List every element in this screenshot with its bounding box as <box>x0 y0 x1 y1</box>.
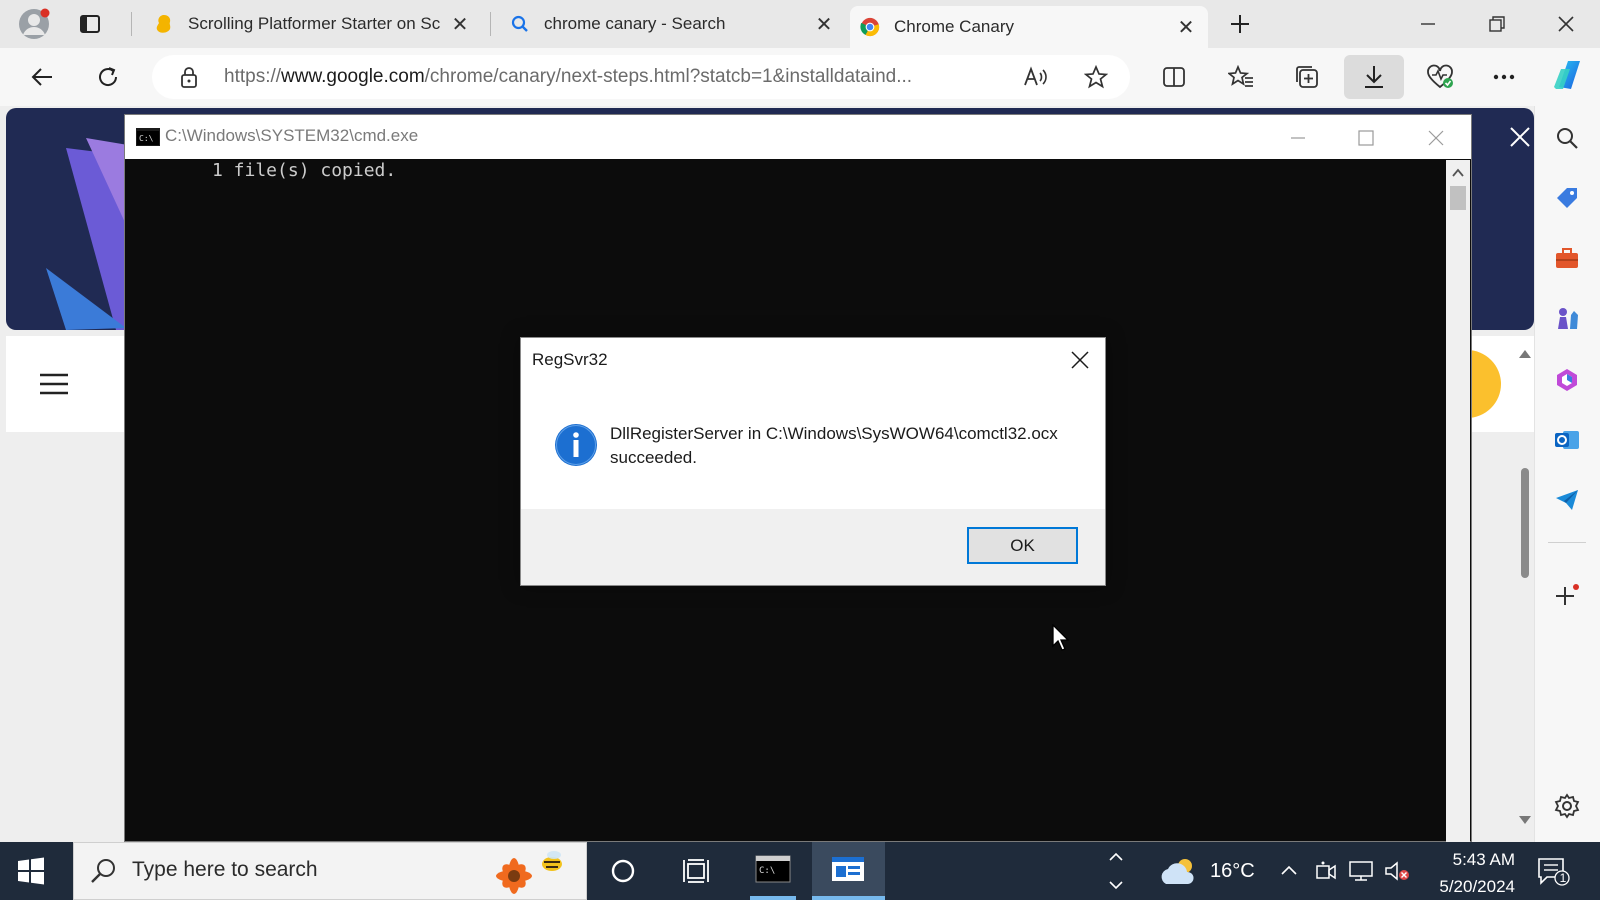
taskbar-cmd-button[interactable]: C:\ <box>742 842 804 900</box>
games-chess-icon[interactable] <box>1549 300 1585 336</box>
collections-icon[interactable] <box>1287 57 1327 97</box>
notification-count: 1 <box>1559 871 1567 885</box>
cmd-scrollbar[interactable] <box>1446 160 1470 842</box>
network-icon[interactable] <box>1348 860 1374 882</box>
restore-window-icon[interactable] <box>1477 4 1517 44</box>
close-window-icon[interactable] <box>1546 4 1586 44</box>
refresh-icon[interactable] <box>88 57 128 97</box>
close-tab-icon[interactable]: ✕ <box>448 12 472 36</box>
clock-date: 5/20/2024 <box>1439 877 1515 896</box>
windows-start-icon[interactable] <box>16 856 46 886</box>
dialog-close-icon[interactable] <box>1060 340 1100 380</box>
shopping-tag-icon[interactable] <box>1549 180 1585 216</box>
tab-scrolling-platformer[interactable]: Scrolling Platformer Starter on Sc ✕ <box>144 6 482 42</box>
weather-cloud-icon[interactable] <box>1158 856 1198 886</box>
tab-chrome-canary-search[interactable]: chrome canary - Search ✕ <box>500 6 846 42</box>
favorite-star-icon[interactable] <box>1076 57 1116 97</box>
browser-essentials-icon[interactable] <box>1420 57 1460 97</box>
taskbar-regsvr-button[interactable] <box>812 842 885 900</box>
search-favicon-icon <box>510 14 530 34</box>
task-view-icon[interactable] <box>682 857 712 885</box>
scratch-favicon-icon <box>154 14 174 34</box>
edge-sidebar <box>1534 106 1600 842</box>
settings-more-icon[interactable] <box>1484 57 1524 97</box>
favorites-icon[interactable] <box>1221 57 1261 97</box>
page-scrollbar[interactable] <box>1518 350 1532 842</box>
cmd-window-title: C:\Windows\SYSTEM32\cmd.exe <box>165 126 419 145</box>
cmd-app-icon: C:\ <box>136 128 160 146</box>
tab-title: Chrome Canary <box>894 17 1014 36</box>
close-tab-icon[interactable]: ✕ <box>1174 15 1198 39</box>
cmd-minimize-icon[interactable] <box>1278 118 1318 158</box>
close-panel-icon[interactable] <box>1509 126 1531 148</box>
cmd-output-text: 1 file(s) copied. <box>212 160 397 181</box>
ok-button[interactable]: OK <box>967 527 1078 564</box>
tools-briefcase-icon[interactable] <box>1549 240 1585 276</box>
minimize-window-icon[interactable] <box>1408 4 1448 44</box>
tab-separator <box>490 12 491 36</box>
dialog-message: DllRegisterServer in C:\Windows\SysWOW64… <box>610 422 1058 470</box>
svg-text:C:\: C:\ <box>139 134 154 143</box>
volume-muted-icon[interactable] <box>1384 860 1410 882</box>
clock-time: 5:43 AM <box>1452 850 1515 869</box>
outlook-icon[interactable] <box>1549 422 1585 458</box>
weather-temperature[interactable]: 16°C <box>1210 860 1255 883</box>
show-hidden-icons-icon[interactable] <box>1279 860 1299 880</box>
download-icon[interactable] <box>1354 57 1394 97</box>
sidebar-divider <box>1548 542 1586 543</box>
copilot-icon[interactable] <box>1548 55 1588 95</box>
close-tab-icon[interactable]: ✕ <box>812 12 836 36</box>
dialog-message-line1: DllRegisterServer in C:\Windows\SysWOW64… <box>610 424 1058 443</box>
search-highlight-flower-icon <box>484 846 574 898</box>
split-screen-icon[interactable] <box>1154 57 1194 97</box>
url-text[interactable]: https://www.google.com/chrome/canary/nex… <box>224 64 1004 90</box>
add-sidebar-app-icon[interactable] <box>1549 578 1585 614</box>
microsoft-365-icon[interactable] <box>1549 362 1585 398</box>
tab-actions-icon[interactable] <box>70 4 110 44</box>
back-icon[interactable] <box>22 57 62 97</box>
tab-separator <box>131 12 132 36</box>
tab-title: Scrolling Platformer Starter on Sc <box>188 14 441 33</box>
hamburger-menu-icon[interactable] <box>34 364 74 404</box>
chrome-favicon-icon <box>860 17 880 37</box>
send-telegram-icon[interactable] <box>1549 482 1585 518</box>
tab-chrome-canary[interactable]: Chrome Canary ✕ <box>850 6 1208 48</box>
meet-now-icon[interactable] <box>1315 860 1337 882</box>
read-aloud-icon[interactable] <box>1016 57 1056 97</box>
mouse-cursor-icon <box>1052 624 1072 652</box>
taskbar-search-icon <box>90 857 118 885</box>
tab-title: chrome canary - Search <box>544 14 726 33</box>
svg-text:C:\: C:\ <box>759 866 775 876</box>
taskbar-scroll-arrows-icon[interactable] <box>1104 844 1128 898</box>
cmd-close-icon[interactable] <box>1416 118 1456 158</box>
dialog-title: RegSvr32 <box>532 350 608 369</box>
profile-avatar-icon[interactable] <box>14 4 54 44</box>
lock-icon[interactable] <box>169 57 209 97</box>
taskbar-search-placeholder: Type here to search <box>132 858 318 881</box>
new-tab-icon[interactable] <box>1220 4 1260 44</box>
taskbar-clock[interactable]: 5:43 AM 5/20/2024 <box>1417 846 1515 900</box>
cmd-maximize-icon[interactable] <box>1346 118 1386 158</box>
info-icon <box>554 423 598 467</box>
dialog-message-line2: succeeded. <box>610 448 697 467</box>
search-icon[interactable] <box>1549 120 1585 156</box>
sidebar-settings-gear-icon[interactable] <box>1549 788 1585 824</box>
cortana-icon[interactable] <box>609 857 637 885</box>
